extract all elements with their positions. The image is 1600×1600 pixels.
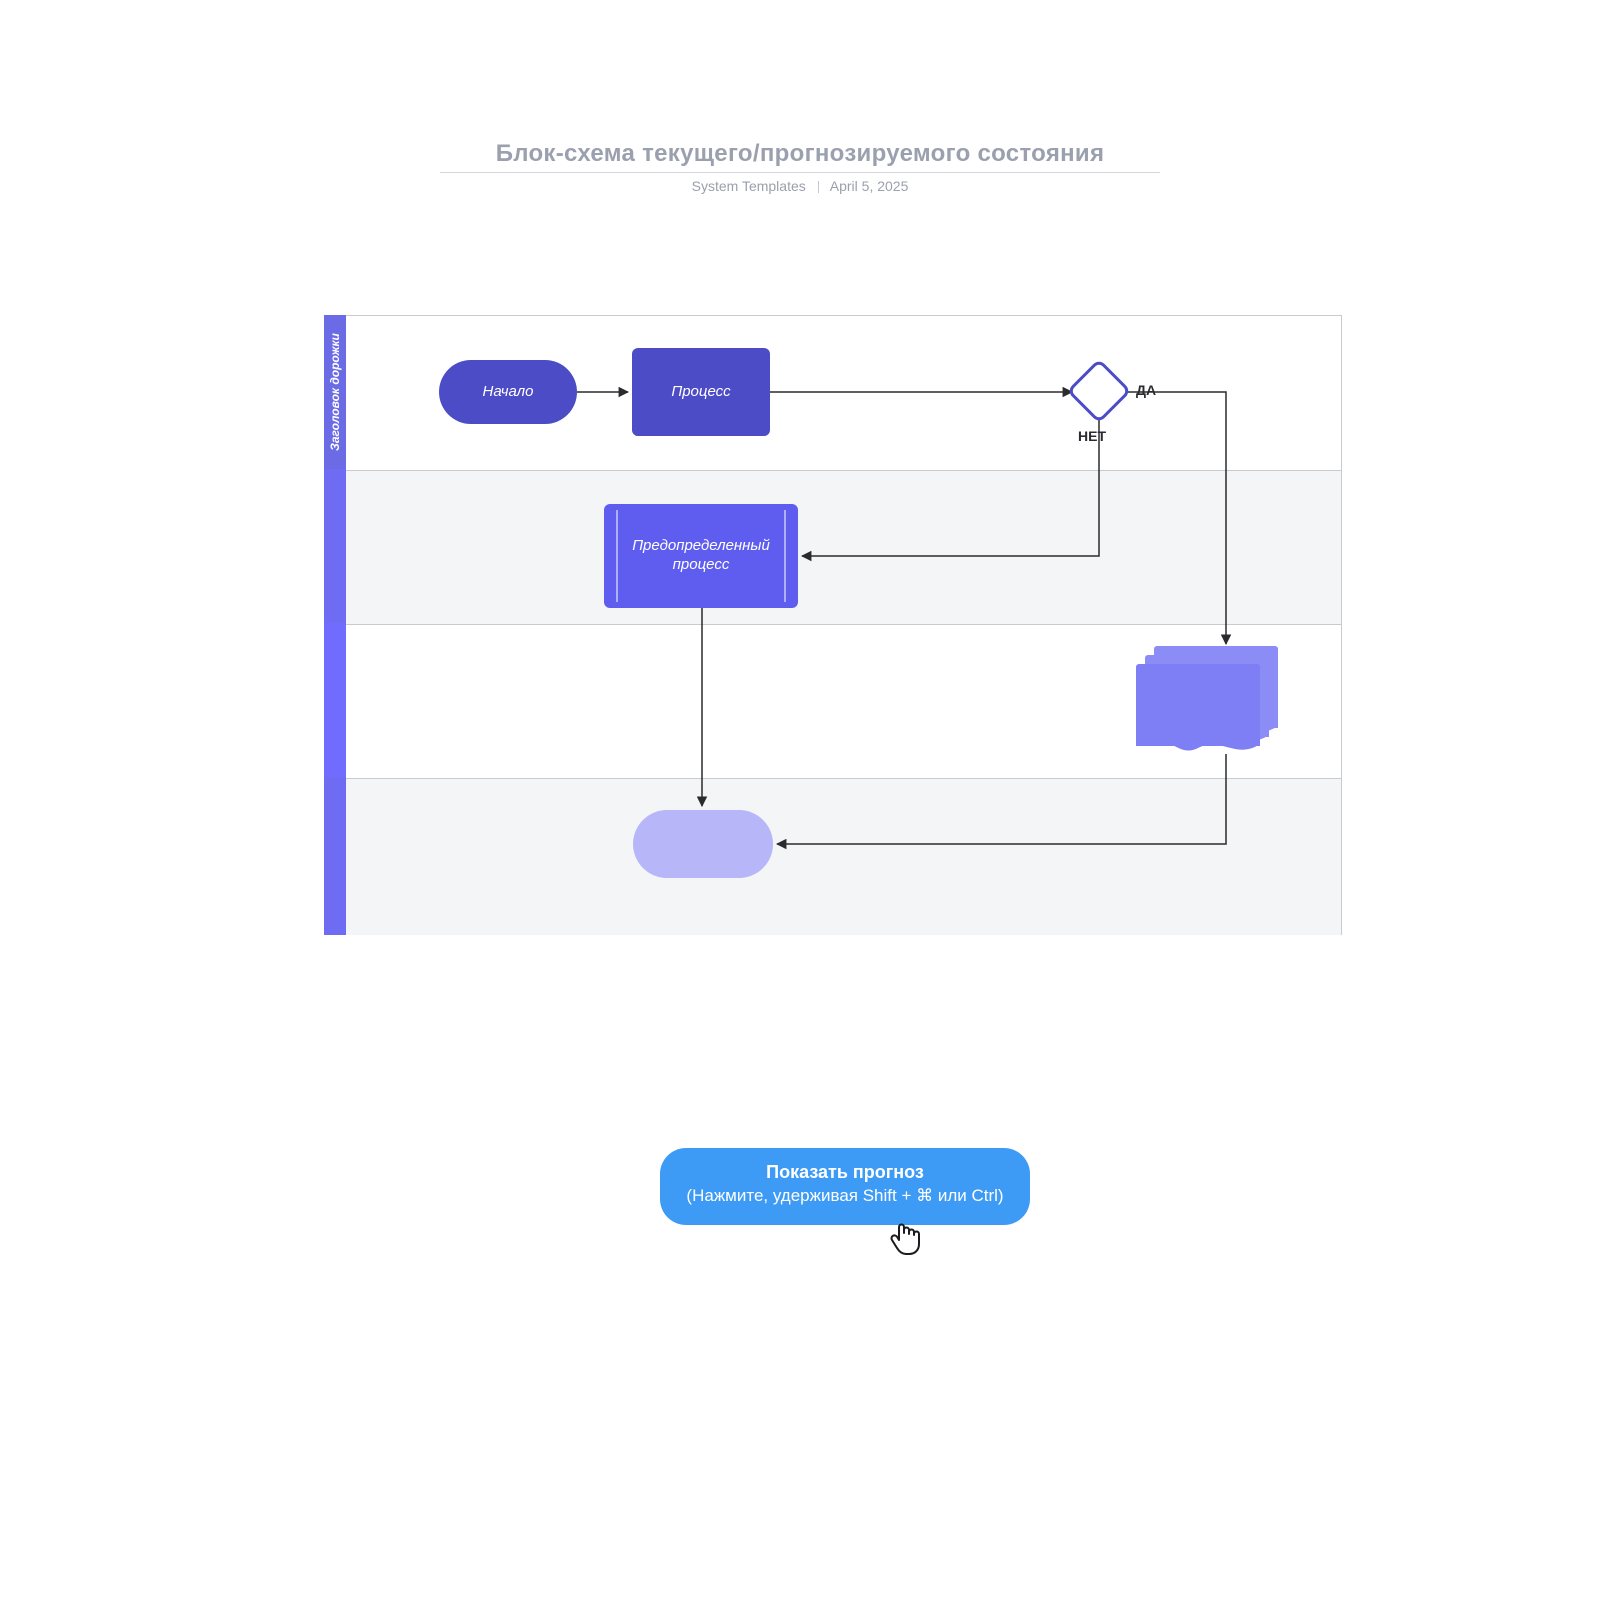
lane-1-title-text: Заголовок дорожки bbox=[328, 333, 342, 451]
node-start-label: Начало bbox=[483, 383, 534, 402]
page-title-text: Блок-схема текущего/прогнозируемого сост… bbox=[496, 140, 1105, 167]
lane-strip: Заголовок дорожки bbox=[324, 315, 346, 935]
node-end[interactable] bbox=[633, 810, 773, 878]
page-title: Блок-схема текущего/прогнозируемого сост… bbox=[0, 140, 1600, 173]
cta-title: Показать прогноз bbox=[680, 1162, 1010, 1183]
node-process-label: Процесс bbox=[671, 383, 730, 402]
node-start[interactable]: Начало bbox=[439, 360, 577, 424]
lane-strip-3 bbox=[324, 623, 346, 777]
decision-no-label: НЕТ bbox=[1078, 428, 1106, 444]
lanes-body: Начало Процесс ДА НЕТ Предопределенный п… bbox=[346, 315, 1342, 935]
show-forecast-tooltip[interactable]: Показать прогноз (Нажмите, удерживая Shi… bbox=[660, 1148, 1030, 1225]
node-multi-document[interactable] bbox=[1136, 646, 1282, 754]
lane-row-4 bbox=[346, 778, 1341, 935]
page-meta-source: System Templates bbox=[692, 178, 806, 194]
cursor-hand-icon bbox=[886, 1218, 926, 1258]
node-predefined-label: Предопределенный процесс bbox=[604, 537, 798, 575]
node-predefined-process[interactable]: Предопределенный процесс bbox=[604, 504, 798, 608]
lane-row-2 bbox=[346, 470, 1341, 624]
lane-strip-2 bbox=[324, 469, 346, 623]
cta-subtitle: (Нажмите, удерживая Shift + ⌘ или Ctrl) bbox=[680, 1185, 1010, 1207]
swimlane-frame: Заголовок дорожки bbox=[324, 315, 1342, 935]
lane-1-title: Заголовок дорожки bbox=[324, 315, 346, 469]
page-meta-date: April 5, 2025 bbox=[830, 178, 909, 194]
node-process[interactable]: Процесс bbox=[632, 348, 770, 436]
title-underline bbox=[440, 172, 1160, 173]
meta-separator bbox=[818, 181, 819, 193]
lane-strip-4 bbox=[324, 777, 346, 935]
page-meta: System Templates April 5, 2025 bbox=[0, 178, 1600, 194]
decision-yes-label: ДА bbox=[1136, 382, 1156, 398]
doc-shape-front bbox=[1136, 664, 1260, 746]
